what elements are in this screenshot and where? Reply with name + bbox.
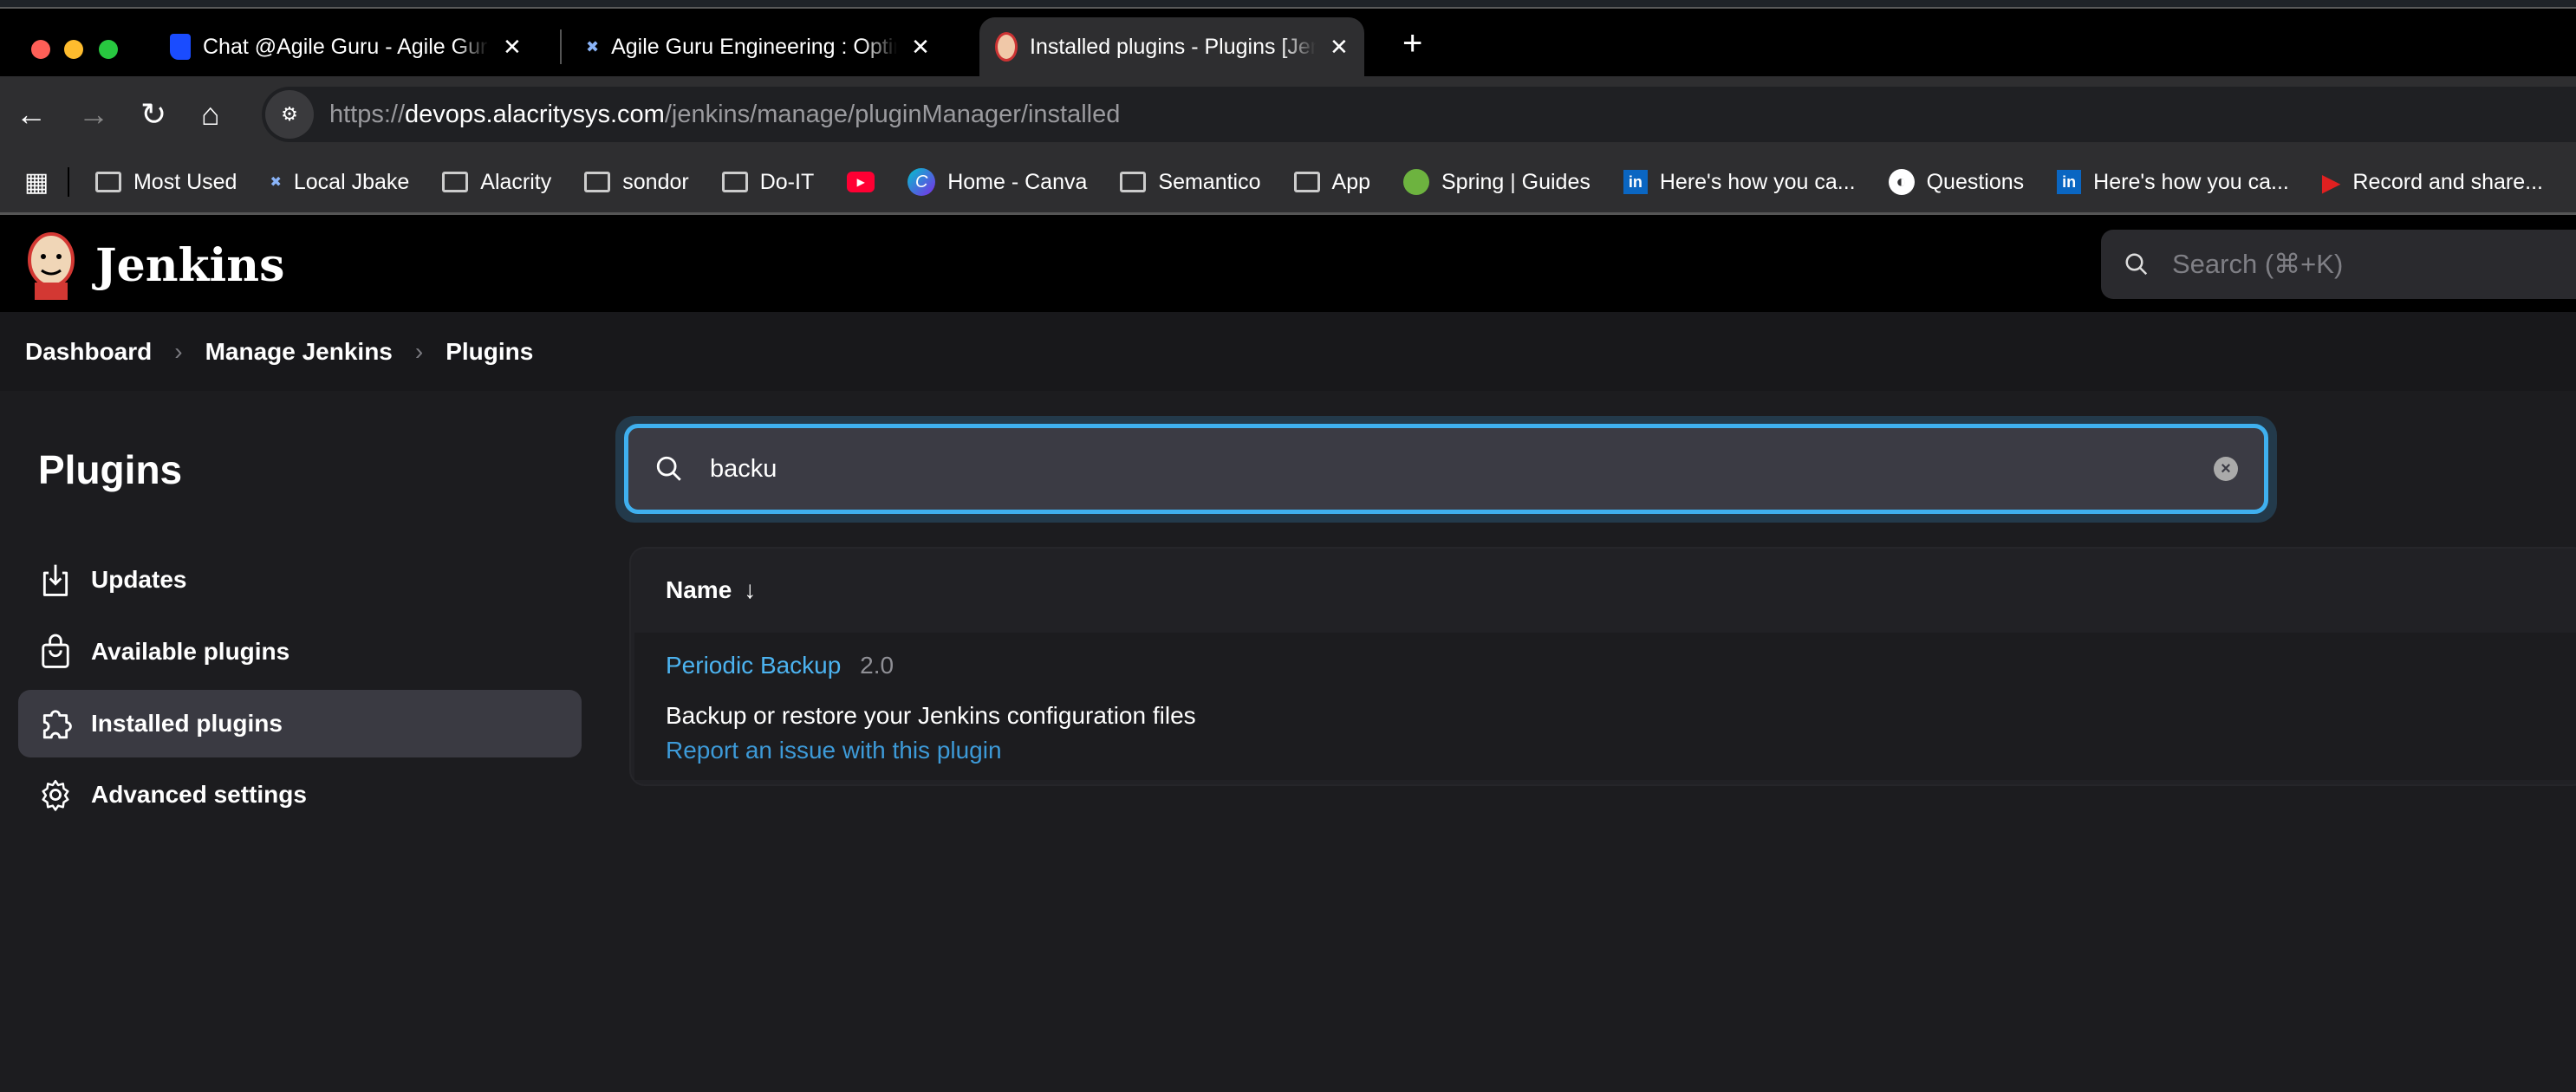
tab-divider	[560, 29, 562, 64]
close-tab-icon[interactable]: ✕	[503, 34, 522, 61]
global-search-input[interactable]: Search (⌘+K)	[2101, 230, 2576, 299]
bookmark-item[interactable]: sondor	[584, 170, 689, 195]
jbake-icon: ✖	[270, 175, 282, 190]
bookmark-item[interactable]: ◐ Questions	[1888, 169, 2024, 195]
search-icon	[656, 456, 681, 481]
bookmarks-divider	[68, 167, 69, 197]
bookmark-item[interactable]: Alacrity	[442, 170, 551, 195]
bookmarks-bar: ▦ Most Used ✖ Local Jbake Alacrity sondor Do-…	[0, 152, 2576, 215]
breadcrumb-plugins[interactable]: Plugins	[446, 338, 533, 366]
spring-icon	[1403, 169, 1429, 195]
navigation-bar: ← → ↻ ⌂ ⚙ https:// devops.alacritysys.co…	[0, 76, 2576, 152]
sidebar-item-advanced-settings[interactable]: Advanced settings	[18, 761, 582, 829]
jbake-icon: ✖	[586, 37, 600, 55]
apps-grid-icon[interactable]: ▦	[24, 167, 49, 198]
tab-agile-guru[interactable]: ✖ Agile Guru Engineering : Optimizing ✕	[586, 17, 930, 76]
plugins-table: Name ↓ Periodic Backup 2.0 Backup or res…	[629, 547, 2576, 786]
chevron-right-icon: ›	[174, 337, 183, 365]
folder-icon	[721, 172, 748, 192]
record-icon: ▶	[2321, 168, 2341, 196]
breadcrumb: Dashboard › Manage Jenkins › Plugins	[0, 312, 2576, 391]
bookmark-item[interactable]: Semantico	[1120, 170, 1261, 195]
tab-installed-plugins[interactable]: Installed plugins - Plugins [Jenkins] ✕	[979, 17, 1364, 76]
bookmark-item[interactable]: ▶	[847, 172, 887, 192]
table-row: Periodic Backup 2.0 Backup or restore yo…	[634, 633, 2576, 780]
reload-button[interactable]: ↻	[140, 97, 166, 132]
bookmark-item[interactable]: C Home - Canva	[907, 168, 1087, 196]
report-issue-link[interactable]: Report an issue with this plugin	[666, 737, 2576, 764]
site-settings-icon[interactable]: ⚙	[265, 90, 314, 139]
folder-icon	[94, 172, 121, 192]
back-button[interactable]: ←	[16, 97, 47, 132]
sidebar-item-available-plugins[interactable]: Available plugins	[18, 618, 582, 686]
download-icon	[42, 564, 68, 596]
chat-icon	[170, 34, 191, 60]
youtube-icon: ▶	[847, 172, 875, 192]
folder-icon	[442, 172, 469, 192]
puzzle-icon	[42, 710, 72, 739]
jenkins-butler-icon	[28, 232, 75, 300]
search-icon	[2125, 253, 2148, 276]
bookmark-item[interactable]: Spring | Guides	[1403, 169, 1590, 195]
jenkins-logo[interactable]: Jenkins	[24, 231, 284, 300]
new-tab-button[interactable]: +	[1402, 24, 1422, 63]
linkedin-icon: in	[1623, 170, 1648, 194]
bookmark-item[interactable]: ▶ Record and share...	[2322, 168, 2543, 197]
plugin-search-input[interactable]: backu ×	[624, 424, 2268, 514]
bookmark-item[interactable]: in Here's how you ca...	[1623, 170, 1856, 195]
chevron-right-icon: ›	[414, 337, 424, 365]
breadcrumb-manage-jenkins[interactable]: Manage Jenkins	[205, 338, 393, 366]
page-title: Plugins	[38, 447, 183, 492]
address-bar[interactable]: ⚙ https:// devops.alacritysys.com /jenki…	[262, 87, 2576, 142]
bookmark-item[interactable]: ✖ Local Jbake	[270, 170, 409, 195]
close-window-button[interactable]	[31, 40, 50, 59]
minimize-window-button[interactable]	[64, 40, 83, 59]
tab-bar: Chat @Agile Guru - Agile Guru ✕ ✖ Agile …	[0, 9, 2576, 76]
close-tab-icon[interactable]: ✕	[1330, 34, 1349, 61]
jenkins-header: Jenkins Search (⌘+K)	[0, 215, 2576, 312]
folder-icon	[584, 172, 611, 192]
plugin-name-link[interactable]: Periodic Backup	[666, 652, 841, 679]
globe-icon: ◐	[1888, 169, 1915, 195]
window-top-edge	[0, 0, 2576, 9]
canva-icon: C	[907, 168, 936, 196]
shopping-bag-icon	[42, 634, 69, 668]
linkedin-icon: in	[2057, 170, 2082, 194]
sort-arrow-down-icon: ↓	[744, 576, 757, 603]
sidebar-item-updates[interactable]: Updates	[18, 546, 582, 614]
breadcrumb-dashboard[interactable]: Dashboard	[25, 338, 152, 366]
tab-chat[interactable]: Chat @Agile Guru - Agile Guru ✕	[170, 17, 522, 76]
bookmark-item[interactable]: in Here's how you ca...	[2057, 170, 2289, 195]
gear-icon	[42, 779, 69, 811]
home-button[interactable]: ⌂	[201, 97, 220, 132]
forward-button[interactable]: →	[78, 97, 109, 132]
bookmark-item[interactable]: Most Used	[94, 170, 237, 195]
bookmark-item[interactable]: App	[1293, 170, 1370, 195]
folder-icon	[1293, 172, 1320, 192]
bookmark-item[interactable]: Do-IT	[721, 170, 814, 195]
plugin-description: Backup or restore your Jenkins configura…	[666, 702, 1196, 729]
sidebar-item-installed-plugins[interactable]: Installed plugins	[18, 690, 582, 757]
clear-search-icon[interactable]: ×	[2214, 457, 2238, 481]
folder-icon	[1120, 172, 1147, 192]
table-header-name[interactable]: Name ↓	[631, 549, 2576, 632]
close-tab-icon[interactable]: ✕	[911, 34, 930, 61]
plugin-version: 2.0	[860, 652, 894, 679]
maximize-window-button[interactable]	[99, 40, 118, 59]
jenkins-icon	[995, 32, 1018, 62]
